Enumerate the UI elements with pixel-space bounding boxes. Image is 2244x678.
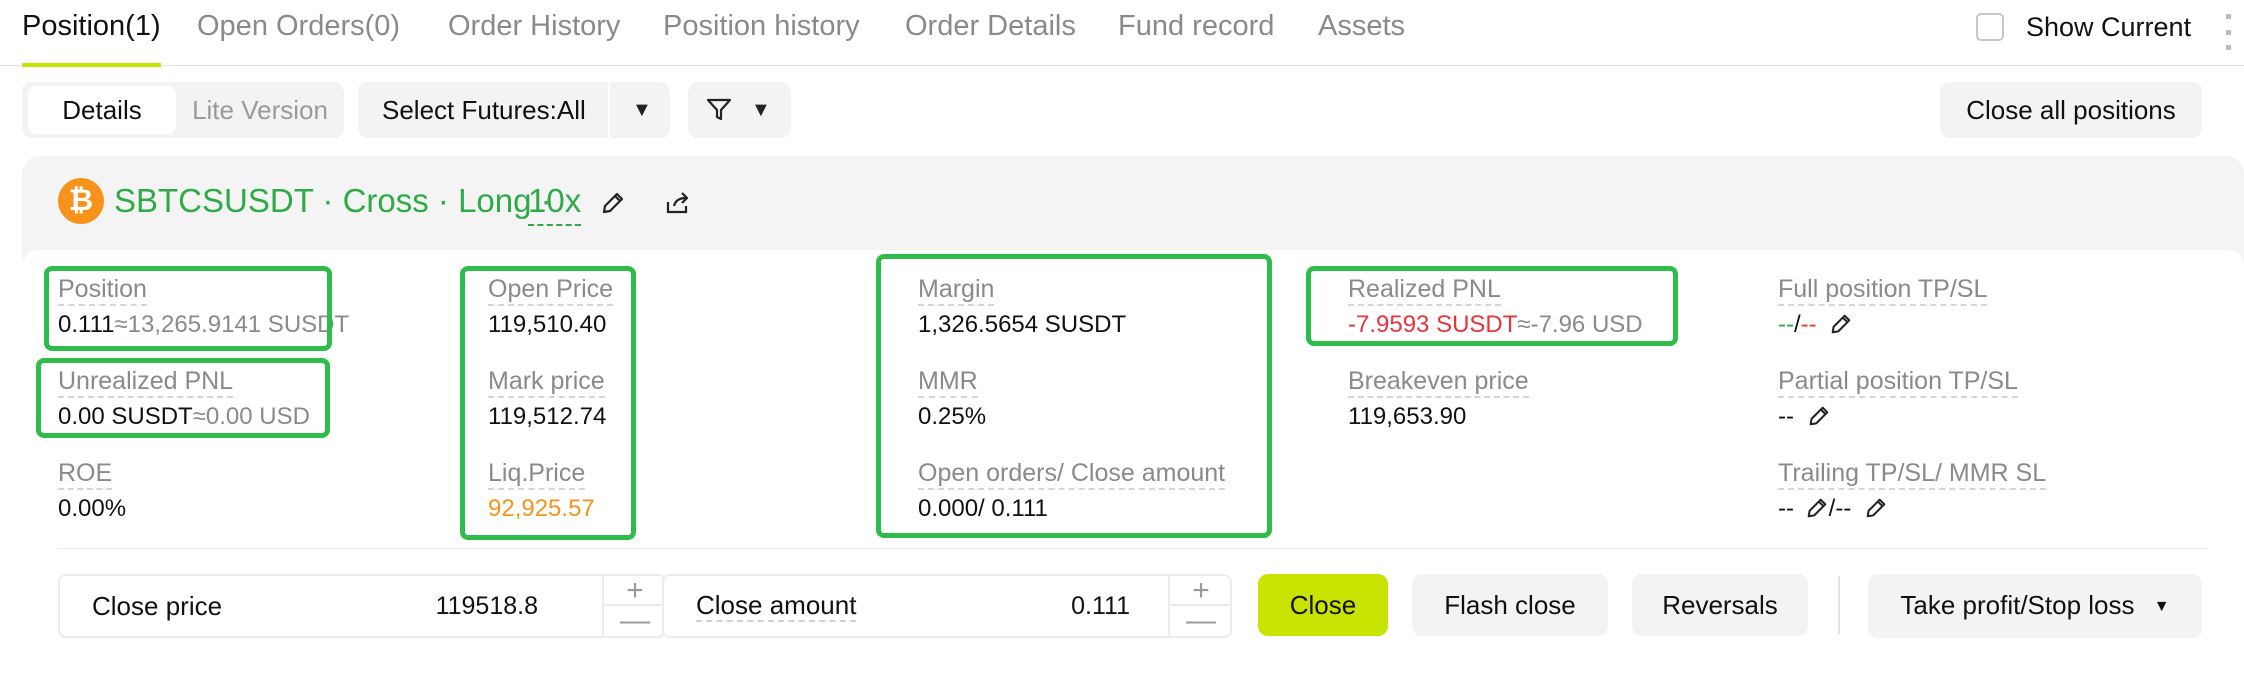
liq-price-label: Liq.Price (488, 458, 586, 490)
close-price-label: Close price (92, 591, 223, 621)
close-amount-input[interactable]: 0.111 (1071, 576, 1130, 636)
roe-label: ROE (58, 458, 113, 490)
unrealized-pnl-value: 0.00 SUSDT≈0.00 USD (58, 403, 310, 430)
tab-position-history[interactable]: Position history (663, 0, 860, 66)
view-mode-switch: Details Lite Version (22, 82, 344, 138)
select-futures-label: Select Futures:All (382, 95, 586, 125)
open-close-amount-label: Open orders/ Close amount (918, 458, 1226, 490)
show-current-checkbox[interactable] (1976, 13, 2004, 41)
reversals-button[interactable]: Reversals (1632, 574, 1808, 636)
close-price-input[interactable]: 119518.8 (436, 576, 538, 636)
caret-down-icon[interactable]: ▼ (632, 82, 652, 138)
edit-icon[interactable] (1805, 496, 1829, 520)
share-icon[interactable] (664, 190, 692, 216)
position-size-value: 0.111≈13,265.9141 SUSDT (58, 311, 350, 338)
roe-value: 0.00% (58, 495, 127, 522)
tab-order-details[interactable]: Order Details (905, 0, 1076, 66)
button-separator (1838, 576, 1840, 634)
tab-open-orders[interactable]: Open Orders(0) (197, 0, 400, 66)
take-profit-stop-loss-label: Take profit/Stop loss (1900, 590, 2135, 620)
dropdown-divider (608, 82, 610, 138)
take-profit-stop-loss-button[interactable]: Take profit/Stop loss ▼ (1868, 574, 2202, 638)
position-label: Position (58, 274, 147, 306)
flash-close-button[interactable]: Flash close (1412, 574, 1608, 636)
tab-position[interactable]: Position(1) (22, 0, 161, 67)
liq-price-value: 92,925.57 (488, 495, 595, 522)
decrease-amount-button[interactable]: — (1170, 606, 1232, 636)
tab-fund-record[interactable]: Fund record (1118, 0, 1274, 66)
tab-assets[interactable]: Assets (1318, 0, 1405, 66)
more-options-icon[interactable] (2226, 14, 2232, 50)
close-amount-field[interactable]: Close amount 0.111 + — (662, 574, 1232, 638)
breakeven-price-label: Breakeven price (1348, 366, 1529, 398)
filter-button[interactable]: ▼ (688, 82, 791, 138)
increase-price-button[interactable]: + (604, 576, 666, 606)
edit-icon[interactable] (1807, 404, 1831, 428)
close-price-field[interactable]: Close price 119518.8 + — (58, 574, 666, 638)
margin-value: 1,326.5654 SUSDT (918, 311, 1127, 338)
partial-position-tpsl-label: Partial position TP/SL (1778, 366, 2018, 398)
trailing-tpsl-label: Trailing TP/SL/ MMR SL (1778, 458, 2047, 490)
open-close-amount-value: 0.000/ 0.111 (918, 495, 1048, 522)
leverage-value[interactable]: 10x (528, 180, 582, 226)
trailing-tpsl-value: -- /-- (1778, 494, 1888, 524)
mmr-label: MMR (918, 366, 978, 398)
close-price-stepper: + — (602, 576, 666, 636)
select-futures-dropdown[interactable]: Select Futures:All ▼ (358, 82, 670, 138)
increase-amount-button[interactable]: + (1170, 576, 1232, 606)
edit-icon[interactable] (600, 190, 626, 216)
open-price-label: Open Price (488, 274, 614, 306)
full-position-tpsl-label: Full position TP/SL (1778, 274, 1988, 306)
position-title: SBTCSUSDT · Cross · Long · (114, 182, 552, 219)
caret-down-icon: ▼ (751, 99, 771, 121)
edit-icon[interactable] (1829, 312, 1853, 336)
unrealized-pnl-label: Unrealized PNL (58, 366, 234, 398)
close-all-positions-button[interactable]: Close all positions (1940, 82, 2202, 138)
bitcoin-icon: ₿ (58, 178, 104, 224)
edit-icon[interactable] (1864, 496, 1888, 520)
lite-version-button[interactable]: Lite Version (182, 86, 338, 134)
mmr-value: 0.25% (918, 403, 987, 430)
decrease-price-button[interactable]: — (604, 606, 666, 636)
position-tabs: Position(1) Open Orders(0) Order History… (0, 0, 2244, 67)
mark-price-label: Mark price (488, 366, 605, 398)
close-button[interactable]: Close (1258, 574, 1388, 636)
partial-position-tpsl-value: -- (1778, 402, 1831, 432)
show-current-toggle[interactable]: Show Current (1976, 12, 2191, 42)
mark-price-value: 119,512.74 (488, 403, 607, 430)
close-amount-label: Close amount (696, 590, 857, 622)
details-view-button[interactable]: Details (28, 86, 176, 134)
breakeven-price-value: 119,653.90 (1348, 403, 1467, 430)
section-divider (58, 548, 2208, 549)
tab-order-history[interactable]: Order History (448, 0, 620, 66)
open-price-value: 119,510.40 (488, 311, 607, 338)
full-position-tpsl-value: --/-- (1778, 310, 1853, 340)
caret-down-icon: ▼ (2153, 598, 2170, 615)
margin-label: Margin (918, 274, 995, 306)
realized-pnl-value: -7.9593 SUSDT≈-7.96 USD (1348, 311, 1643, 338)
realized-pnl-label: Realized PNL (1348, 274, 1501, 306)
filter-icon (706, 98, 732, 121)
close-amount-stepper: + — (1168, 576, 1232, 636)
show-current-label: Show Current (2026, 11, 2192, 42)
